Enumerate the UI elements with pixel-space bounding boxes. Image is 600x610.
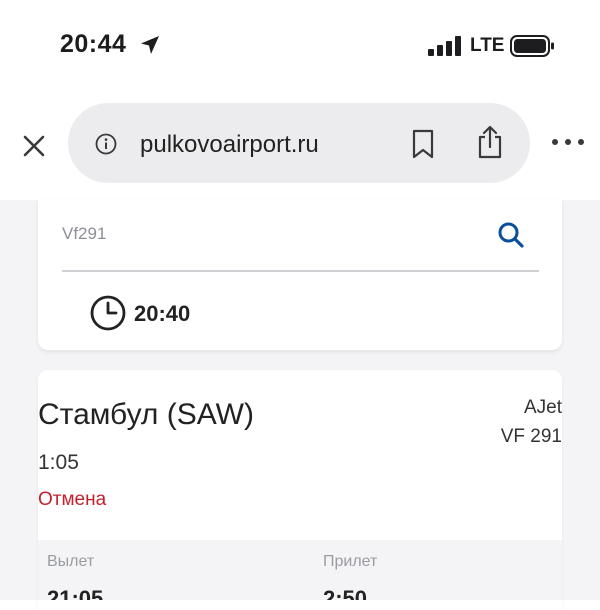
status-bar: 20:44 LTE <box>0 0 600 90</box>
flight-duration: 1:05 <box>38 451 79 474</box>
search-icon[interactable] <box>496 220 526 250</box>
share-icon[interactable] <box>475 125 505 159</box>
time-filter[interactable]: 20:40 <box>134 301 190 327</box>
flight-times-panel <box>38 540 562 600</box>
network-type: LTE <box>470 35 505 56</box>
url-text[interactable]: pulkovoairport.ru <box>140 131 319 159</box>
search-underline <box>62 270 539 272</box>
more-options-icon[interactable] <box>550 135 586 149</box>
flight-airline: AJet <box>523 397 562 418</box>
flight-number: VF 291 <box>500 426 562 447</box>
close-icon[interactable] <box>16 128 52 164</box>
battery-icon <box>510 35 554 57</box>
departure-label: Вылет <box>47 553 95 570</box>
location-arrow-icon <box>141 36 159 54</box>
status-time: 20:44 <box>60 30 127 58</box>
arrival-label: Прилет <box>323 553 378 570</box>
clock-icon[interactable] <box>89 294 127 332</box>
cellular-signal-icon <box>428 36 461 56</box>
bookmark-icon[interactable] <box>410 129 436 159</box>
search-input[interactable]: Vf291 <box>62 224 106 244</box>
info-icon[interactable] <box>95 133 117 155</box>
flight-destination: Стамбул (SAW) <box>38 398 254 431</box>
flight-status: Отмена <box>38 489 107 510</box>
arrival-time: 2:50 <box>323 588 367 600</box>
departure-time: 21:05 <box>47 588 103 600</box>
